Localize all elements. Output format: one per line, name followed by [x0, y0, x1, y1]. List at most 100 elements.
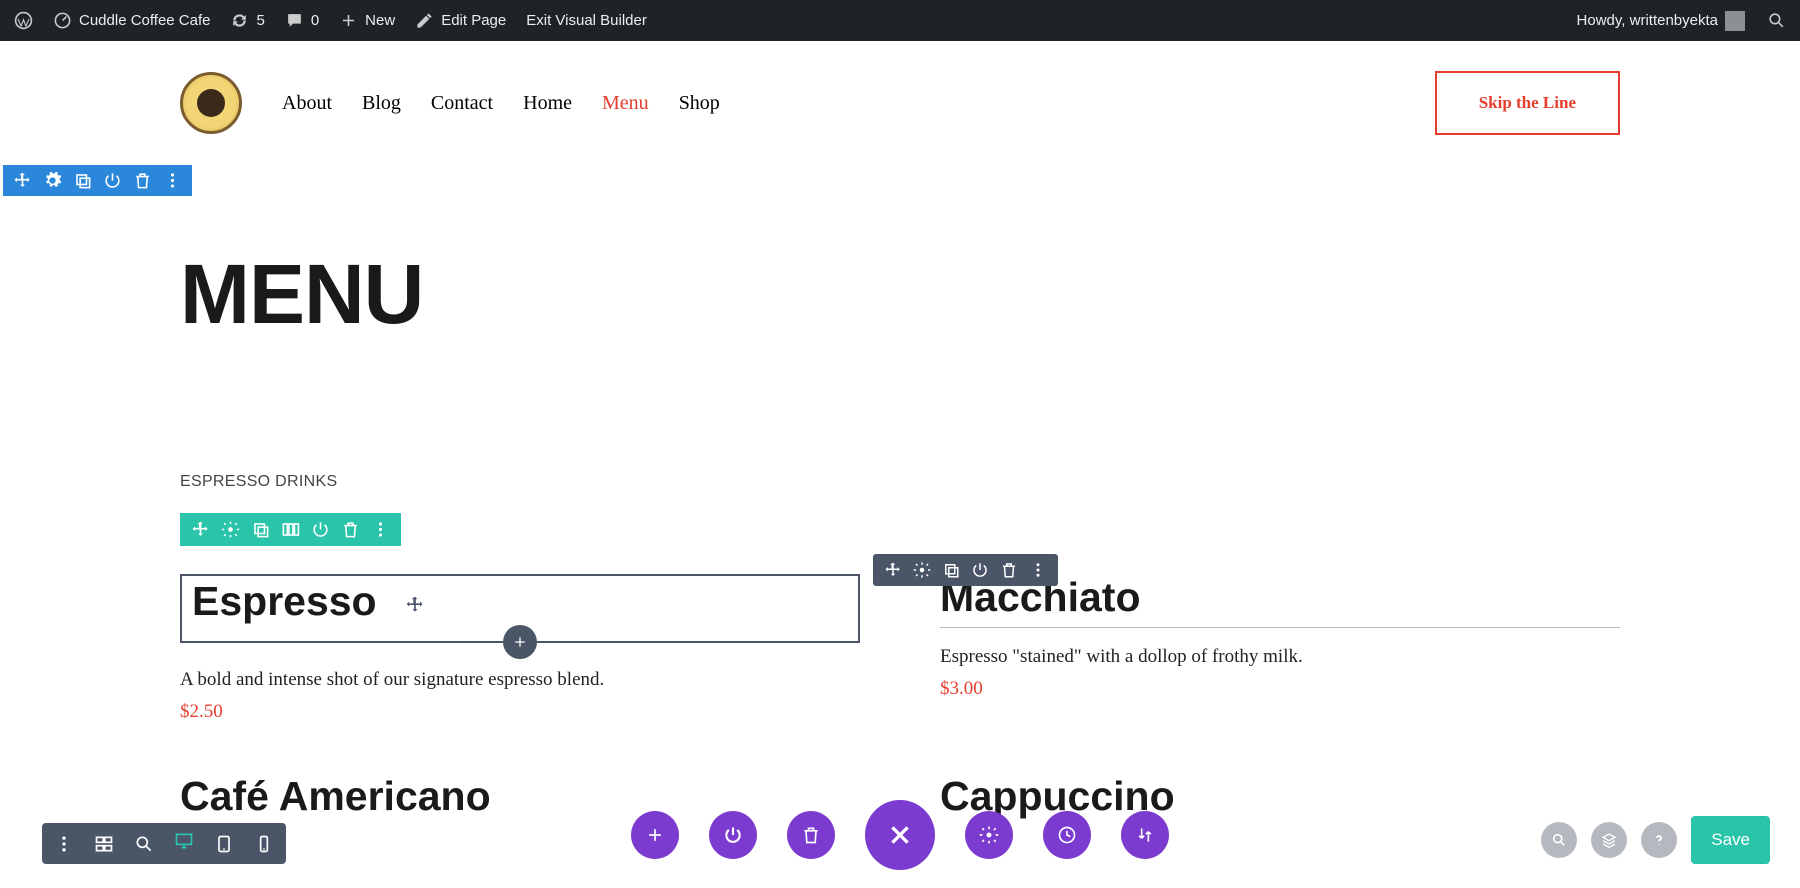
item-desc: Espresso "stained" with a dollop of frot… [940, 646, 1620, 668]
layers-button[interactable] [1591, 822, 1627, 858]
user-greeting[interactable]: Howdy, writtenbyekta [1573, 11, 1749, 31]
search-button[interactable] [1541, 822, 1577, 858]
settings-button[interactable] [965, 811, 1013, 859]
bottom-left-toolbar [42, 823, 286, 864]
trash-icon[interactable] [1000, 561, 1018, 579]
nav-shop[interactable]: Shop [679, 92, 720, 115]
row-toolbar [180, 513, 401, 546]
gear-icon[interactable] [913, 561, 931, 579]
trash-icon[interactable] [133, 171, 152, 190]
power-icon[interactable] [971, 561, 989, 579]
edit-page-link[interactable]: Edit Page [411, 11, 510, 30]
section-label: ESPRESSO DRINKS [180, 473, 1620, 491]
close-panel-button[interactable] [865, 800, 935, 870]
refresh-icon [230, 11, 249, 30]
nav-contact[interactable]: Contact [431, 92, 493, 115]
trash-icon [801, 825, 821, 845]
updates-count: 5 [256, 12, 264, 29]
dashboard-icon [53, 11, 72, 30]
search-icon [1551, 832, 1567, 848]
zoom-icon[interactable] [134, 834, 154, 854]
power-button[interactable] [709, 811, 757, 859]
save-button[interactable]: Save [1691, 816, 1770, 864]
pencil-icon [415, 11, 434, 30]
more-icon[interactable] [54, 834, 74, 854]
search-toggle[interactable] [1763, 11, 1790, 30]
trash-button[interactable] [787, 811, 835, 859]
new-label: New [365, 12, 395, 29]
clock-icon [1057, 825, 1077, 845]
main-nav: About Blog Contact Home Menu Shop [282, 92, 720, 115]
nav-about[interactable]: About [282, 92, 332, 115]
add-module-button[interactable] [503, 625, 537, 659]
site-logo[interactable] [180, 72, 242, 134]
add-button[interactable] [631, 811, 679, 859]
history-button[interactable] [1043, 811, 1091, 859]
wp-admin-bar: Cuddle Coffee Cafe 5 0 New Edit Page Exi… [0, 0, 1800, 41]
item-desc: A bold and intense shot of our signature… [180, 669, 860, 691]
power-icon[interactable] [103, 171, 122, 190]
nav-blog[interactable]: Blog [362, 92, 401, 115]
exit-builder-link[interactable]: Exit Visual Builder [522, 12, 651, 29]
move-icon[interactable] [884, 561, 902, 579]
duplicate-icon[interactable] [942, 561, 960, 579]
edit-page-label: Edit Page [441, 12, 506, 29]
site-name: Cuddle Coffee Cafe [79, 12, 210, 29]
site-name-link[interactable]: Cuddle Coffee Cafe [49, 11, 214, 30]
desktop-icon[interactable] [174, 831, 194, 851]
move-icon[interactable] [191, 520, 210, 539]
trash-icon[interactable] [341, 520, 360, 539]
wordpress-icon [14, 11, 33, 30]
nav-home[interactable]: Home [523, 92, 572, 115]
plus-icon [339, 11, 358, 30]
duplicate-icon[interactable] [73, 171, 92, 190]
wireframe-icon[interactable] [94, 834, 114, 854]
help-button[interactable] [1641, 822, 1677, 858]
tablet-icon[interactable] [214, 834, 234, 854]
page-title: MENU [180, 246, 1620, 343]
move-icon[interactable] [13, 171, 32, 190]
comments-link[interactable]: 0 [281, 11, 323, 30]
user-avatar [1725, 11, 1745, 31]
new-link[interactable]: New [335, 11, 399, 30]
howdy-text: Howdy, writtenbyekta [1577, 12, 1718, 29]
plus-icon [645, 825, 665, 845]
admin-bar-left: Cuddle Coffee Cafe 5 0 New Edit Page Exi… [10, 11, 651, 30]
menu-item-macchiato: Macchiato Espresso "stained" with a doll… [940, 574, 1620, 723]
power-icon[interactable] [311, 520, 330, 539]
bottom-right-toolbar: Save [1541, 816, 1770, 864]
more-icon[interactable] [1029, 561, 1047, 579]
section-toolbar [3, 165, 192, 196]
exit-builder-label: Exit Visual Builder [526, 12, 647, 29]
more-icon[interactable] [163, 171, 182, 190]
columns-icon[interactable] [281, 520, 300, 539]
move-handle-icon[interactable] [405, 595, 425, 615]
site-header: About Blog Contact Home Menu Shop Skip t… [0, 41, 1800, 165]
swap-button[interactable] [1121, 811, 1169, 859]
gear-icon[interactable] [43, 171, 62, 190]
updates-link[interactable]: 5 [226, 11, 268, 30]
item-price: $3.00 [940, 678, 1620, 700]
comment-icon [285, 11, 304, 30]
power-icon [723, 825, 743, 845]
search-icon [1767, 11, 1786, 30]
close-icon [887, 822, 913, 848]
gear-icon [979, 825, 999, 845]
duplicate-icon[interactable] [251, 520, 270, 539]
item-name[interactable]: Espresso [192, 578, 377, 631]
wp-logo[interactable] [10, 11, 37, 30]
plus-icon [512, 634, 528, 650]
bottom-center-toolbar [631, 800, 1169, 870]
skip-line-button[interactable]: Skip the Line [1435, 71, 1620, 135]
selected-module[interactable]: Espresso [180, 574, 860, 643]
phone-icon[interactable] [254, 834, 274, 854]
item-price: $2.50 [180, 701, 860, 723]
page-content: MENU ESPRESSO DRINKS Espresso [0, 196, 1800, 820]
sliders-icon [1135, 825, 1155, 845]
more-icon[interactable] [371, 520, 390, 539]
module-toolbar [873, 554, 1058, 586]
gear-icon[interactable] [221, 520, 240, 539]
layers-icon [1601, 832, 1617, 848]
nav-menu[interactable]: Menu [602, 92, 649, 115]
comments-count: 0 [311, 12, 319, 29]
